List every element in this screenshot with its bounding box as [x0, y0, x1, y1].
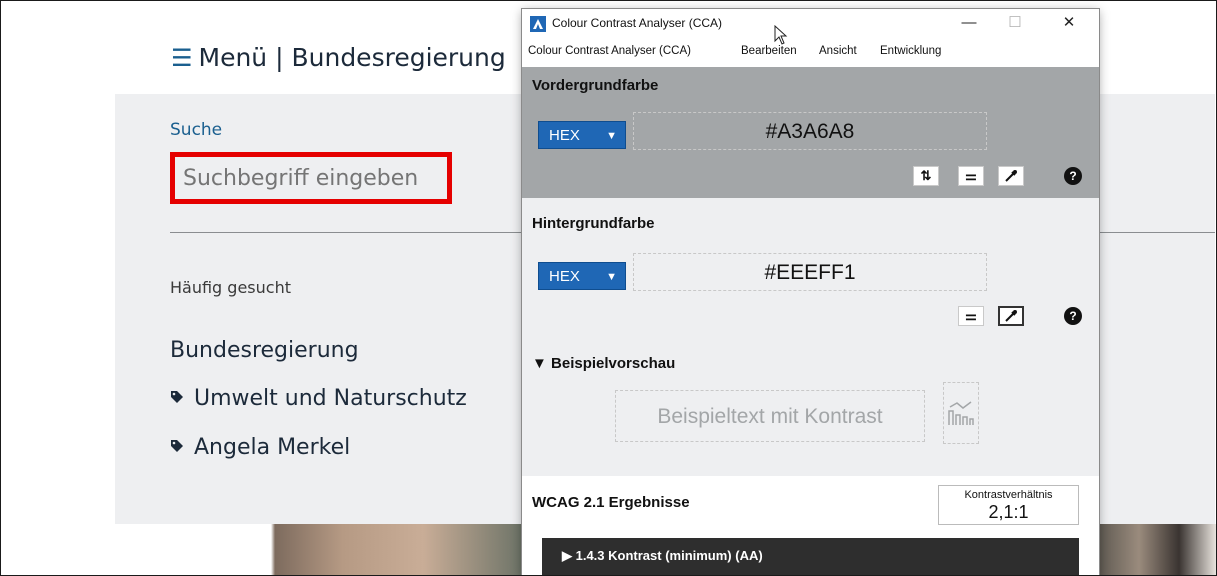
site-menu-button[interactable]: ☰ Menü | Bundesregierung — [171, 43, 506, 72]
cca-app-icon — [530, 16, 546, 32]
swap-colors-button[interactable]: ⇅ — [913, 166, 939, 186]
screenshot-frame: ☰Menü | Bundesregierung Suche Häufig ges… — [0, 0, 1217, 576]
foreground-eyedropper-button[interactable] — [998, 166, 1024, 186]
menu-item-ansicht[interactable]: Ansicht — [819, 45, 857, 57]
menu-item-app[interactable]: Colour Contrast Analyser (CCA) — [528, 45, 691, 57]
teaser-photo-left — [223, 524, 521, 575]
mouse-cursor-icon — [774, 25, 788, 45]
foreground-format-select[interactable]: HEX ▼ — [538, 121, 626, 149]
close-button[interactable]: ✕ — [1049, 11, 1089, 35]
preview-chart-button[interactable] — [943, 382, 979, 444]
cca-titlebar[interactable]: Colour Contrast Analyser (CCA) — ☐ ✕ — [522, 9, 1099, 37]
search-label: Suche — [170, 120, 223, 140]
criterion-143-toggle[interactable]: ▶ 1.4.3 Kontrast (minimum) (AA) — [542, 538, 1079, 575]
foreground-help-icon[interactable]: ? — [1064, 167, 1082, 185]
foreground-heading: Vordergrundfarbe — [532, 77, 659, 94]
background-sliders-button[interactable]: ⚌ — [958, 306, 984, 326]
cca-menubar: Colour Contrast Analyser (CCA) Bearbeite… — [522, 39, 1099, 63]
foreground-sliders-button[interactable]: ⚌ — [958, 166, 984, 186]
frequent-item-umwelt[interactable]: Umwelt und Naturschutz — [170, 386, 467, 411]
foreground-format-label: HEX — [549, 127, 580, 144]
chart-icon — [948, 401, 974, 425]
chevron-down-icon: ▼ — [606, 130, 617, 142]
results-heading: WCAG 2.1 Ergebnisse — [532, 494, 690, 511]
background-format-label: HEX — [549, 268, 580, 285]
tag-icon — [171, 440, 183, 452]
background-section: Hintergrundfarbe HEX ▼ #EEEFF1 ⚌ ? — [522, 198, 1099, 336]
tag-icon — [171, 391, 183, 403]
foreground-section: Vordergrundfarbe HEX ▼ #A3A6A8 ⇅ ⚌ ? — [522, 67, 1099, 198]
frequent-heading: Häufig gesucht — [170, 278, 291, 297]
background-hex-input[interactable]: #EEEFF1 — [633, 253, 987, 291]
frequent-item-label: Bundesregierung — [170, 338, 359, 363]
maximize-button[interactable]: ☐ — [995, 11, 1035, 35]
hamburger-menu-icon: ☰ — [171, 44, 193, 72]
cca-window: Colour Contrast Analyser (CCA) — ☐ ✕ Col… — [522, 9, 1099, 575]
site-menu-label: Menü | Bundesregierung — [198, 43, 506, 72]
contrast-ratio-value: 2,1:1 — [988, 502, 1029, 522]
menu-item-entwicklung[interactable]: Entwicklung — [880, 45, 941, 57]
contrast-ratio-label: Kontrastverhältnis — [964, 489, 1053, 501]
background-help-icon[interactable]: ? — [1064, 307, 1082, 325]
preview-sample-text: Beispieltext mit Kontrast — [615, 390, 925, 442]
foreground-hex-input[interactable]: #A3A6A8 — [633, 112, 987, 150]
cca-title: Colour Contrast Analyser (CCA) — [552, 16, 723, 30]
background-format-select[interactable]: HEX ▼ — [538, 262, 626, 290]
chevron-down-icon: ▼ — [606, 271, 617, 283]
sliders-icon: ⚌ — [965, 168, 977, 183]
frequent-item-merkel[interactable]: Angela Merkel — [170, 435, 350, 460]
frequent-item-bundesregierung[interactable]: Bundesregierung — [170, 338, 359, 363]
contrast-ratio-box: Kontrastverhältnis 2,1:1 — [938, 485, 1079, 525]
minimize-button[interactable]: — — [949, 11, 989, 35]
preview-toggle[interactable]: ▼ Beispielvorschau — [532, 355, 675, 372]
eyedropper-icon — [1005, 170, 1017, 182]
frequent-item-label: Umwelt und Naturschutz — [194, 386, 467, 411]
search-input[interactable] — [170, 152, 452, 204]
sliders-icon: ⚌ — [965, 308, 977, 323]
teaser-photo-right — [1099, 524, 1216, 575]
menu-item-bearbeiten[interactable]: Bearbeiten — [741, 45, 797, 57]
background-heading: Hintergrundfarbe — [532, 215, 655, 232]
eyedropper-icon — [1005, 310, 1017, 322]
frequent-item-label: Angela Merkel — [194, 435, 351, 460]
swap-arrows-icon: ⇅ — [920, 168, 932, 183]
background-eyedropper-button[interactable] — [998, 306, 1024, 326]
